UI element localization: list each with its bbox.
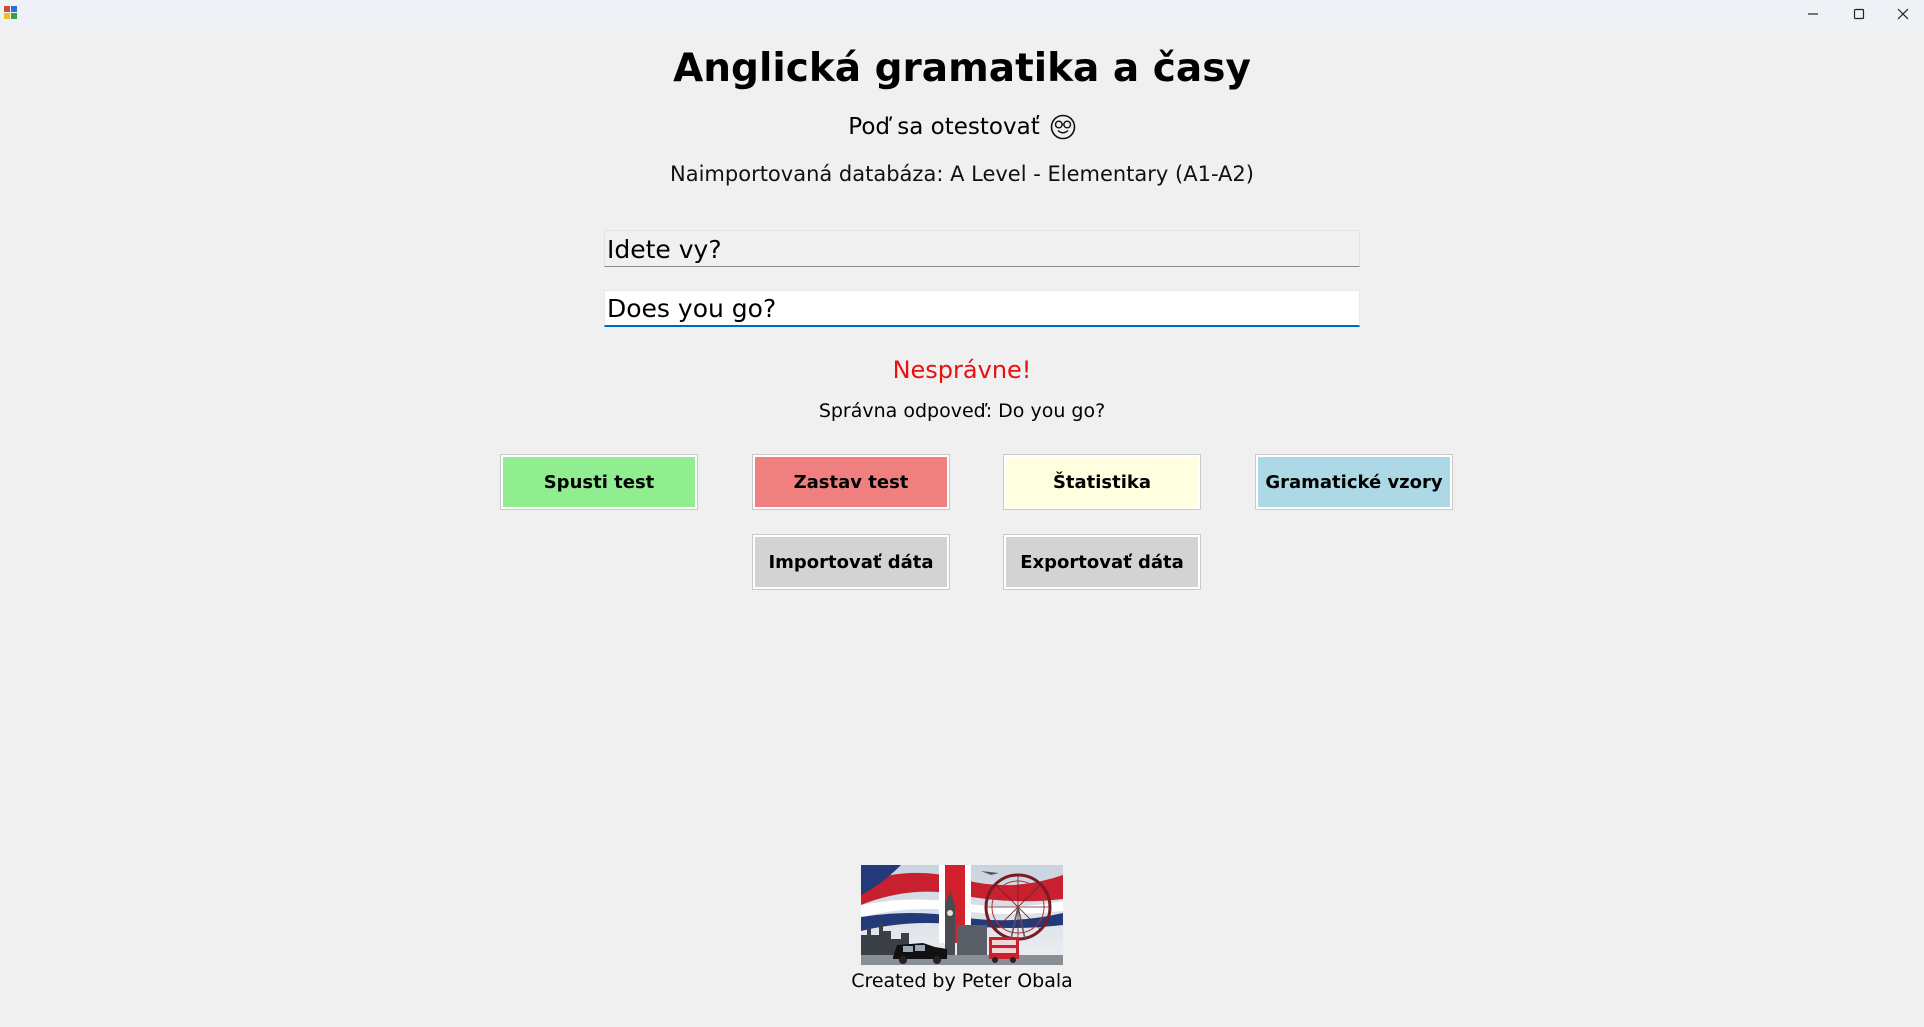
app-window: Anglická gramatika a časy Poď sa otestov…: [0, 0, 1924, 1027]
minimize-icon: [1808, 13, 1818, 15]
result-verdict: Nesprávne!: [892, 356, 1032, 384]
title-bar: [0, 0, 1924, 28]
maximize-button[interactable]: [1836, 0, 1882, 28]
london-union-jack-logo: [861, 865, 1063, 965]
subtitle-text: Poď sa otestovať: [848, 114, 1040, 140]
start-test-button[interactable]: Spusti test: [500, 454, 698, 510]
maximize-icon: [1853, 8, 1865, 20]
close-icon: [1897, 8, 1909, 20]
export-data-button[interactable]: Exportovať dáta: [1003, 534, 1201, 590]
london-union-jack-illustration: [861, 865, 1063, 965]
statistics-button[interactable]: Štatistika: [1003, 454, 1201, 510]
app-icon[interactable]: [4, 6, 18, 20]
question-field: Idete vy?: [604, 230, 1360, 267]
close-button[interactable]: [1880, 0, 1924, 28]
minimize-button[interactable]: [1790, 0, 1836, 28]
author-credit: Created by Peter Obala: [851, 970, 1073, 992]
subtitle-row: Poď sa otestovať: [0, 114, 1924, 140]
answer-input[interactable]: [604, 290, 1360, 327]
imported-database-label: Naimportovaná databáza: A Level - Elemen…: [670, 162, 1254, 186]
page-title: Anglická gramatika a časy: [673, 46, 1251, 91]
grammar-patterns-button[interactable]: Gramatické vzory: [1255, 454, 1453, 510]
correct-answer-label: Správna odpoveď: Do you go?: [818, 400, 1106, 422]
smiling-face-with-glasses-icon: [1050, 114, 1076, 140]
import-data-button[interactable]: Importovať dáta: [752, 534, 950, 590]
stop-test-button[interactable]: Zastav test: [752, 454, 950, 510]
